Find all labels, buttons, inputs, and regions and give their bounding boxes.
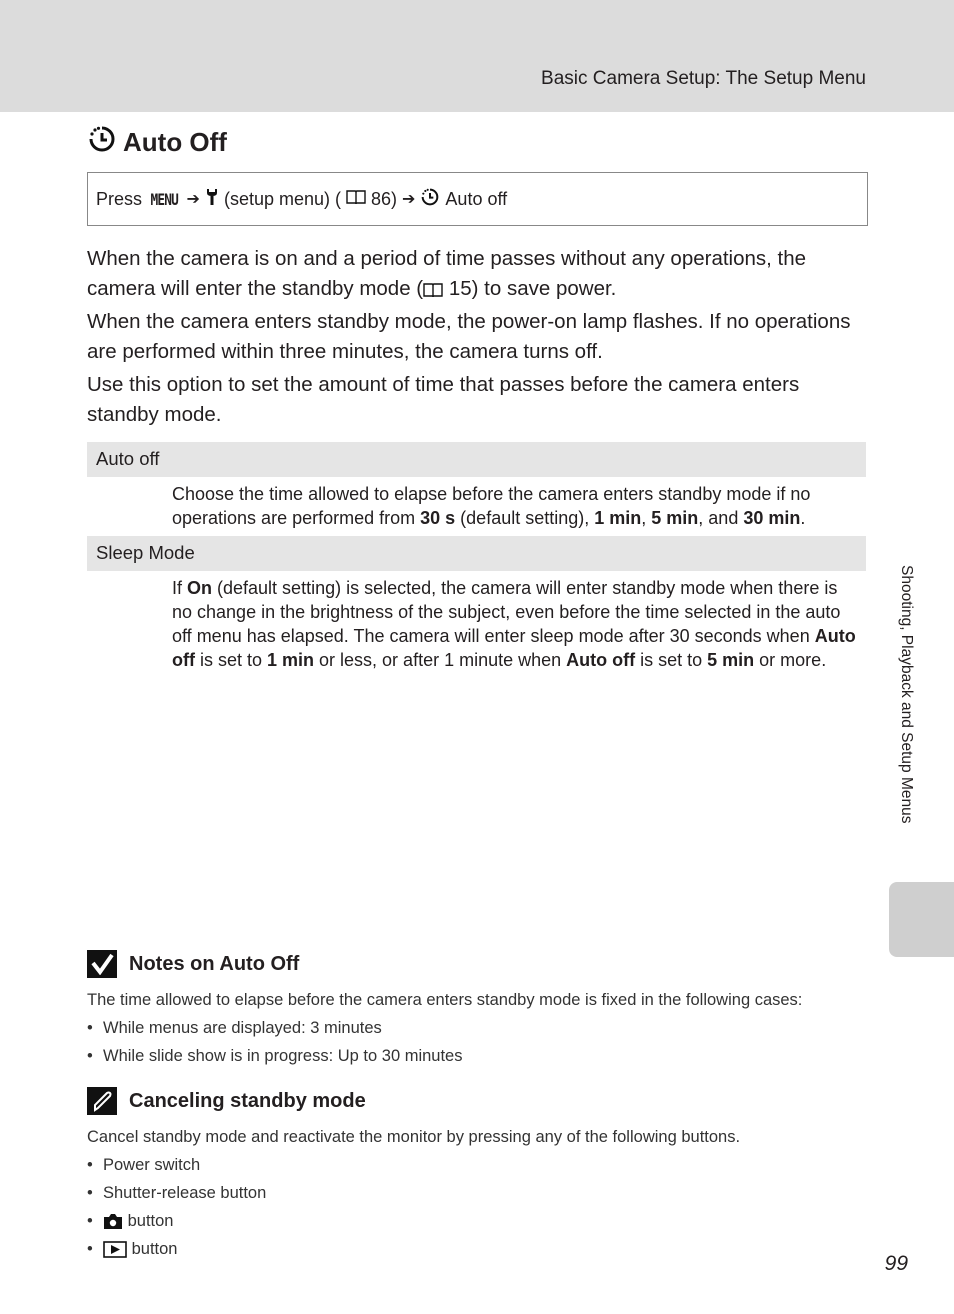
list-item: button xyxy=(87,1235,740,1263)
page-title: Auto Off xyxy=(87,124,227,161)
option-desc-auto-off: Choose the time allowed to elapse before… xyxy=(172,484,811,528)
book-icon xyxy=(423,282,443,298)
intro-text: When the camera is on and a period of ti… xyxy=(87,244,867,433)
page-title-text: Auto Off xyxy=(123,127,227,157)
wrench-icon xyxy=(205,188,219,211)
menu-path-box: Press MENU ➔ (setup menu) ( 86) ➔ Auto o… xyxy=(87,172,868,226)
page-number: 99 xyxy=(884,1252,908,1275)
pencil-icon xyxy=(87,1087,117,1115)
list-item: While menus are displayed: 3 minutes xyxy=(87,1014,802,1042)
notes-heading: Notes on Auto Off xyxy=(87,950,299,978)
setup-menu-label: (setup menu) ( xyxy=(223,188,341,209)
option-desc-sleep-mode: If On (default setting) is selected, the… xyxy=(172,578,856,670)
menu-button-glyph: MENU xyxy=(150,189,179,209)
press-label: Press xyxy=(96,188,143,209)
cancel-heading: Canceling standby mode xyxy=(87,1087,366,1115)
intro-paragraph: When the camera enters standby mode, the… xyxy=(87,310,851,363)
section-tab xyxy=(889,882,954,957)
cancel-title: Canceling standby mode xyxy=(129,1089,366,1112)
list-item: button xyxy=(87,1207,740,1235)
playback-icon xyxy=(103,1241,127,1258)
option-header-sleep-mode: Sleep Mode xyxy=(87,536,866,571)
notes-body: The time allowed to elapse before the ca… xyxy=(87,986,802,1070)
cancel-body: Cancel standby mode and reactivate the m… xyxy=(87,1123,740,1263)
notes-title: Notes on Auto Off xyxy=(129,952,300,975)
arrow-icon: ➔ xyxy=(186,191,200,208)
book-icon xyxy=(346,189,366,210)
running-header: Basic Camera Setup: The Setup Menu xyxy=(541,68,866,89)
arrow-icon: ➔ xyxy=(402,191,416,208)
intro-paragraph: Use this option to set the amount of tim… xyxy=(87,373,800,426)
list-item: Power switch xyxy=(87,1151,740,1179)
list-item: While slide show is in progress: Up to 3… xyxy=(87,1042,802,1070)
list-item: Shutter-release button xyxy=(87,1179,740,1207)
camera-icon xyxy=(103,1213,123,1230)
option-header-auto-off: Auto off xyxy=(87,442,866,477)
auto-off-timer-icon xyxy=(87,124,117,161)
section-tab-label: Shooting, Playback and Setup Menus xyxy=(898,565,915,824)
intro-paragraph: When the camera is on and a period of ti… xyxy=(87,247,807,300)
auto-off-timer-icon xyxy=(420,187,440,212)
header-band xyxy=(0,0,954,112)
target-label: Auto off xyxy=(445,188,508,209)
page-ref: 86) xyxy=(371,188,398,209)
checkmark-icon xyxy=(87,950,117,978)
